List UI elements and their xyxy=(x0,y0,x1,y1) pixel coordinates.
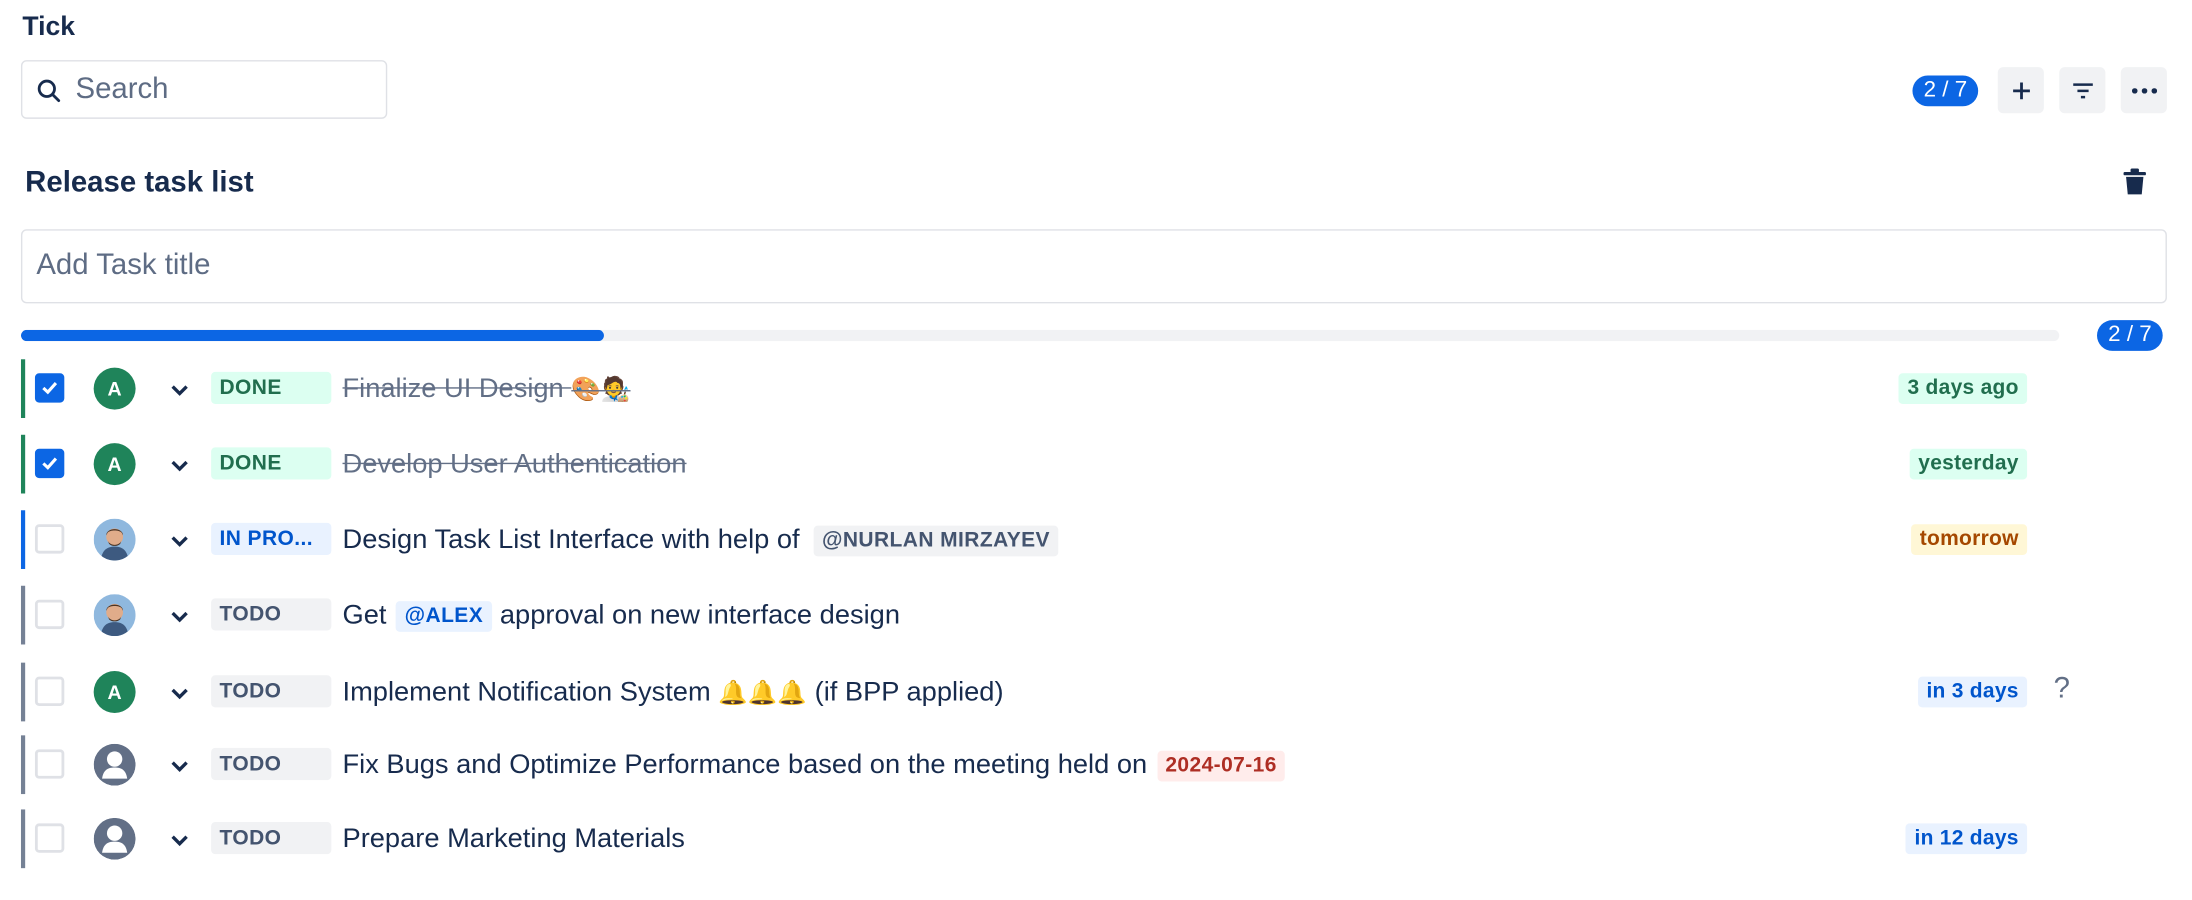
chevron-down-icon[interactable] xyxy=(171,605,189,630)
task-title-text: (if BPP applied) xyxy=(807,676,1004,708)
task-title[interactable]: Fix Bugs and Optimize Performance based … xyxy=(343,748,1291,782)
task-row[interactable]: TODO Fix Bugs and Optimize Performance b… xyxy=(0,733,2192,797)
task-title-text: approval on new interface design xyxy=(499,599,900,631)
due-date-badge: 3 days ago xyxy=(1899,373,2028,405)
status-badge[interactable]: TODO xyxy=(211,675,332,708)
chevron-down-icon[interactable] xyxy=(171,682,189,707)
person-photo-icon xyxy=(93,594,136,637)
task-title[interactable]: Prepare Marketing Materials xyxy=(343,822,685,856)
bell-icon: 🔔🔔🔔 xyxy=(718,679,808,708)
task-row[interactable]: TODO Get @ALEX approval on new interface d… xyxy=(0,583,2192,647)
task-row[interactable]: IN PRO... Design Task List Interface wit… xyxy=(0,507,2192,571)
task-row[interactable]: A DONE Finalize UI Design 🎨🧑‍🎨 3 days ag… xyxy=(0,356,2192,420)
task-row[interactable]: TODO Prepare Marketing Materials in 12 d… xyxy=(0,807,2192,871)
chevron-down-icon[interactable] xyxy=(171,454,189,479)
person-photo-icon xyxy=(93,518,136,561)
task-title-text: Get xyxy=(342,599,387,631)
task-title[interactable]: Get @ALEX approval on new interface design xyxy=(343,598,900,632)
tick-app: Tick 2 / 7 Release task list xyxy=(0,0,2192,900)
chevron-down-icon[interactable] xyxy=(171,530,189,555)
due-date-badge: yesterday xyxy=(1909,448,2028,480)
task-title[interactable]: Implement Notification System 🔔🔔🔔 (if BP… xyxy=(343,675,1004,710)
due-date-badge: tomorrow xyxy=(1911,524,2028,556)
task-title-text: Implement Notification System xyxy=(342,676,719,708)
task-title[interactable]: Develop User Authentication xyxy=(343,447,687,481)
trash-icon xyxy=(2123,168,2146,195)
task-title-text: Fix Bugs and Optimize Performance based … xyxy=(342,749,1148,781)
search-icon xyxy=(37,79,61,103)
avatar[interactable]: A xyxy=(93,443,136,486)
task-checkbox[interactable] xyxy=(34,676,65,706)
plus-icon xyxy=(2012,81,2030,99)
status-indicator-bar xyxy=(20,809,26,869)
filter-icon xyxy=(2072,82,2093,98)
status-badge[interactable]: TODO xyxy=(211,598,332,631)
chevron-down-icon[interactable] xyxy=(171,755,189,780)
task-checkbox[interactable] xyxy=(34,823,65,853)
chevron-down-icon[interactable] xyxy=(171,829,189,854)
task-title-text: Prepare Marketing Materials xyxy=(342,823,685,855)
add-task-button[interactable] xyxy=(1997,67,2044,114)
search-box[interactable] xyxy=(20,60,388,119)
avatar[interactable]: A xyxy=(93,367,136,410)
search-input[interactable] xyxy=(75,71,377,108)
avatar[interactable] xyxy=(93,518,136,561)
user-mention[interactable]: @NURLAN MIRZAYEV xyxy=(813,525,1059,557)
more-horizontal-icon xyxy=(2131,87,2157,93)
avatar[interactable] xyxy=(93,817,136,860)
filter-button[interactable] xyxy=(2059,67,2106,114)
add-task-input[interactable] xyxy=(36,247,2134,284)
status-indicator-bar xyxy=(20,735,26,795)
task-title-emoji: 🎨🧑‍🎨 xyxy=(571,376,631,405)
avatar[interactable] xyxy=(93,594,136,637)
add-task-field[interactable] xyxy=(20,229,2167,304)
status-indicator-bar xyxy=(20,585,26,645)
task-title-text: Finalize UI Design xyxy=(342,373,572,405)
chevron-down-icon[interactable] xyxy=(171,379,189,404)
status-indicator-bar xyxy=(20,510,26,569)
due-date-badge: in 3 days xyxy=(1918,676,2028,708)
task-title[interactable]: Design Task List Interface with help of @… xyxy=(343,523,1064,557)
status-badge[interactable]: DONE xyxy=(211,371,332,405)
inline-date-badge: 2024-07-16 xyxy=(1156,750,1286,782)
status-badge[interactable]: TODO xyxy=(211,822,332,855)
task-list-title: Release task list xyxy=(25,166,254,199)
progress-bar-fill xyxy=(20,329,604,342)
status-indicator-bar xyxy=(20,662,26,722)
unassigned-user-icon xyxy=(93,743,136,786)
task-title-text: Develop User Authentication xyxy=(342,448,687,480)
task-checkbox[interactable] xyxy=(34,373,65,403)
delete-list-button[interactable] xyxy=(2122,168,2147,203)
help-icon[interactable]: ? xyxy=(2054,672,2070,706)
progress-count-badge: 2 / 7 xyxy=(2097,320,2163,351)
unassigned-user-icon xyxy=(93,817,136,860)
status-indicator-bar xyxy=(20,359,26,419)
completed-count-badge: 2 / 7 xyxy=(1912,75,1979,107)
due-date-badge: in 12 days xyxy=(1906,823,2028,855)
task-checkbox[interactable] xyxy=(34,448,65,479)
check-icon xyxy=(42,457,58,470)
task-row[interactable]: A TODO Implement Notification System 🔔🔔🔔… xyxy=(0,660,2192,724)
status-indicator-bar xyxy=(20,434,26,494)
avatar[interactable]: A xyxy=(93,671,136,713)
status-badge[interactable]: DONE xyxy=(211,447,332,480)
task-title-text: Design Task List Interface with help of xyxy=(342,524,800,556)
task-checkbox[interactable] xyxy=(34,599,65,630)
avatar[interactable] xyxy=(93,743,136,786)
check-icon xyxy=(42,382,58,395)
app-title: Tick xyxy=(22,12,76,42)
task-checkbox[interactable] xyxy=(34,524,65,554)
task-title[interactable]: Finalize UI Design 🎨🧑‍🎨 xyxy=(343,372,631,407)
task-checkbox[interactable] xyxy=(34,749,65,779)
task-row[interactable]: A DONE Develop User Authentication yeste… xyxy=(0,432,2192,496)
user-mention[interactable]: @ALEX xyxy=(396,601,492,632)
status-badge[interactable]: TODO xyxy=(211,747,332,781)
more-options-button[interactable] xyxy=(2120,67,2167,114)
status-badge[interactable]: IN PRO... xyxy=(211,522,332,556)
progress-bar xyxy=(20,329,2060,342)
